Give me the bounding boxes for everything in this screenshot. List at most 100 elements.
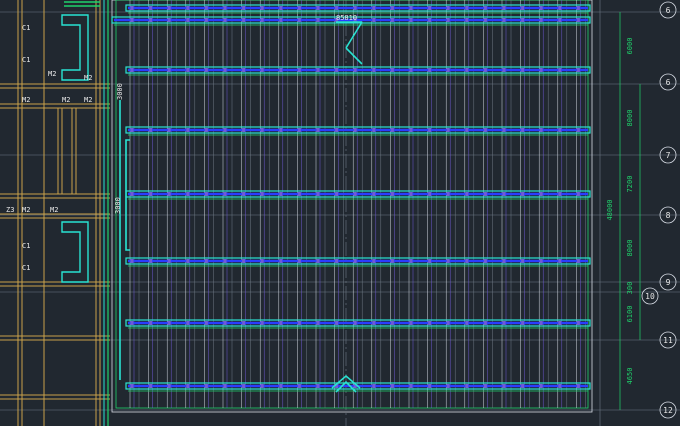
beam-node <box>130 259 134 263</box>
beam-node <box>390 68 394 72</box>
axis-label: 12 <box>663 406 673 415</box>
dimension-text: 6000 <box>626 38 634 55</box>
beam-node <box>186 192 190 196</box>
label-m2-f: M2 <box>22 206 30 214</box>
dimension-text: 6100 <box>626 306 634 323</box>
beam-node <box>409 384 413 388</box>
beam-node <box>204 128 208 132</box>
beam-node <box>204 18 208 22</box>
beam-node <box>409 259 413 263</box>
beam-node <box>576 384 580 388</box>
beam-node <box>558 6 562 10</box>
beam-node <box>130 128 134 132</box>
beam-node <box>223 18 227 22</box>
axis-label: 7 <box>666 151 671 160</box>
beam-node <box>576 192 580 196</box>
cad-drawing-canvas[interactable]: 6 6 7 8 9 10 11 12 6000 8000 7200 48000 8000 300 6100… <box>0 0 680 426</box>
beam-node <box>502 68 506 72</box>
label-c1-c: C1 <box>22 242 30 250</box>
beam-node <box>167 192 171 196</box>
beam-node <box>186 384 190 388</box>
label-m2-c: M2 <box>84 96 92 104</box>
beam-node <box>149 18 153 22</box>
axis-label: 10 <box>645 292 655 301</box>
beam-node <box>149 321 153 325</box>
beam-node <box>353 68 357 72</box>
beam-node <box>260 6 264 10</box>
beam-node <box>204 6 208 10</box>
beam-node <box>149 259 153 263</box>
beam-node <box>390 6 394 10</box>
dimension-text: 7200 <box>626 176 634 193</box>
dimension-text: 300 <box>626 282 634 295</box>
beam-node <box>539 128 543 132</box>
beam-node <box>242 384 246 388</box>
beam-node <box>483 128 487 132</box>
beam-node <box>353 6 357 10</box>
beam-node <box>502 259 506 263</box>
beam-node <box>558 68 562 72</box>
beam-node <box>409 18 413 22</box>
beam-node <box>576 321 580 325</box>
beam-node <box>260 259 264 263</box>
beam-node <box>502 192 506 196</box>
beam-node <box>502 6 506 10</box>
beam-node <box>130 68 134 72</box>
beam-node <box>223 192 227 196</box>
beam-node <box>204 384 208 388</box>
beam-node <box>465 192 469 196</box>
label-c1-d: C1 <box>22 264 30 272</box>
beam-node <box>372 259 376 263</box>
beam-node <box>186 259 190 263</box>
beam-node <box>167 68 171 72</box>
dimension-text: 8000 <box>626 240 634 257</box>
label-top: 85810 <box>336 14 357 22</box>
beam-node <box>465 321 469 325</box>
beam-node <box>335 321 339 325</box>
beam-node <box>130 321 134 325</box>
beam-node <box>521 259 525 263</box>
beam-node <box>260 68 264 72</box>
beam-node <box>279 384 283 388</box>
beam-node <box>130 192 134 196</box>
beam-node <box>223 128 227 132</box>
beam-node <box>558 18 562 22</box>
beam-node <box>372 18 376 22</box>
beam-node <box>576 68 580 72</box>
beam-node <box>465 259 469 263</box>
beam-node <box>558 128 562 132</box>
beam-node <box>502 128 506 132</box>
beam-node <box>167 128 171 132</box>
beam-node <box>279 321 283 325</box>
drawing-background <box>0 0 680 426</box>
beam-node <box>446 18 450 22</box>
beam-node <box>130 6 134 10</box>
beam-node <box>539 259 543 263</box>
axis-label: 11 <box>663 336 673 345</box>
beam-node <box>428 18 432 22</box>
beam-node <box>149 192 153 196</box>
beam-node <box>372 384 376 388</box>
beam-node <box>428 128 432 132</box>
beam-node <box>502 384 506 388</box>
beam-node <box>372 6 376 10</box>
beam-node <box>446 6 450 10</box>
beam-node <box>186 128 190 132</box>
beam-node <box>446 68 450 72</box>
beam-node <box>167 321 171 325</box>
beam-node <box>390 128 394 132</box>
beam-node <box>167 6 171 10</box>
beam-node <box>465 6 469 10</box>
beam-node <box>428 384 432 388</box>
label-c1-a: C1 <box>22 24 30 32</box>
dimension-text: 48000 <box>606 199 614 220</box>
beam-node <box>446 192 450 196</box>
beam-node <box>297 321 301 325</box>
beam-node <box>409 128 413 132</box>
beam-node <box>223 321 227 325</box>
beam-node <box>409 6 413 10</box>
beam-node <box>260 321 264 325</box>
beam-node <box>260 18 264 22</box>
beam-node <box>279 192 283 196</box>
beam-node <box>353 192 357 196</box>
